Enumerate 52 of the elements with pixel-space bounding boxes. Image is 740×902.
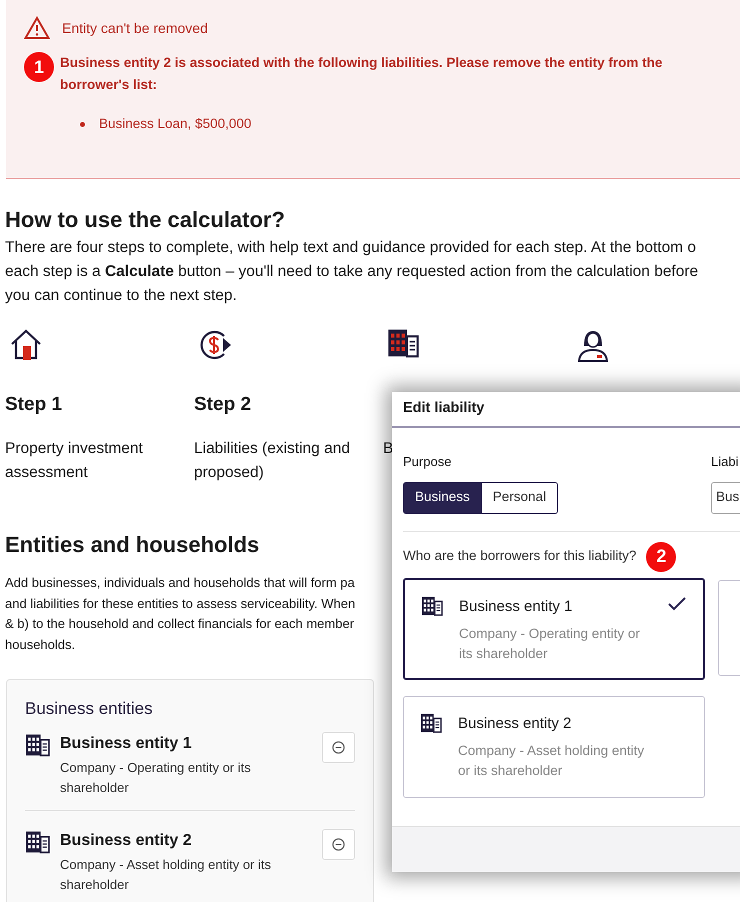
entity-name: Business entity 1 <box>60 734 192 754</box>
dialog-title: Edit liability <box>403 399 484 418</box>
liability-type-field[interactable]: Bus <box>711 482 740 514</box>
building-icon <box>387 328 419 358</box>
step-marker: 2 <box>646 542 676 572</box>
step-description: Property investment assessment <box>5 439 144 483</box>
house-icon <box>9 328 43 362</box>
entities-text: Add businesses, individuals and households that will form pa <box>5 574 355 592</box>
borrower-card[interactable]: Business entity 2 Company - Asset holding entity or its shareholder <box>403 696 705 798</box>
building-icon <box>421 596 443 616</box>
minus-circle-icon <box>332 740 345 754</box>
field-label: Liabi <box>711 453 738 471</box>
building-icon <box>25 732 50 756</box>
step-title: Step 2 <box>194 393 252 417</box>
field-label: Purpose <box>403 453 452 471</box>
borrower-name: Business entity 1 <box>459 596 572 616</box>
purpose-option[interactable]: Personal <box>482 482 558 514</box>
borrower-name: Business entity 2 <box>458 714 572 734</box>
entities-text: and liabilities for these entities to assess serviceability. When <box>5 594 356 613</box>
section-heading: How to use the calculator? <box>5 206 286 234</box>
bullet-icon <box>80 122 85 127</box>
check-icon <box>667 596 687 612</box>
step-title: Step 1 <box>5 393 62 417</box>
guide-text: you can continue to the next step. <box>5 286 237 306</box>
liability-item: Business Loan, $500,000 <box>99 115 252 133</box>
alert-title: Entity can't be removed <box>62 18 208 38</box>
card-title: Business entities <box>25 698 153 720</box>
borrower-description: Company - Asset holding entity or its shareholder <box>458 742 646 780</box>
alert-message: Business entity 2 is associated with the following liabilities. Please remove the entity from the borrower's list: <box>60 54 664 94</box>
remove-button[interactable] <box>322 828 355 860</box>
section-heading: Entities and households <box>5 531 260 559</box>
step-marker: 1 <box>24 52 54 82</box>
person-icon <box>576 328 610 362</box>
borrower-description: Company - Operating entity or its shareholder <box>459 625 641 663</box>
purpose-option[interactable]: Business <box>403 482 482 514</box>
warning-icon <box>24 16 50 40</box>
guide-text: each step is a Calculate button – you'll need to take any requested action from the calculation before <box>5 262 698 282</box>
remove-button[interactable] <box>322 732 355 762</box>
borrower-card[interactable]: Business entity 1 Company - Operating entity or its shareholder <box>403 578 705 680</box>
entity-description: Company - Operating entity or its shareholder <box>60 758 252 796</box>
building-icon <box>25 830 50 854</box>
step-description: B <box>383 439 394 459</box>
entity-description: Company - Asset holding entity or its shareholder <box>60 856 272 894</box>
dollar-cycle-icon <box>198 328 232 362</box>
entities-text: & b) to the household and collect financials for each member <box>5 615 354 633</box>
minus-circle-icon <box>332 838 345 850</box>
entity-name: Business entity 2 <box>60 830 192 850</box>
step-description: Liabilities (existing and proposed) <box>194 439 351 483</box>
entities-text: households. <box>5 636 76 654</box>
borrowers-question: Who are the borrowers for this liability? <box>403 547 636 566</box>
building-icon <box>420 712 442 732</box>
guide-text: There are four steps to complete, with help text and guidance provided for each step. At the bottom o <box>5 238 696 258</box>
